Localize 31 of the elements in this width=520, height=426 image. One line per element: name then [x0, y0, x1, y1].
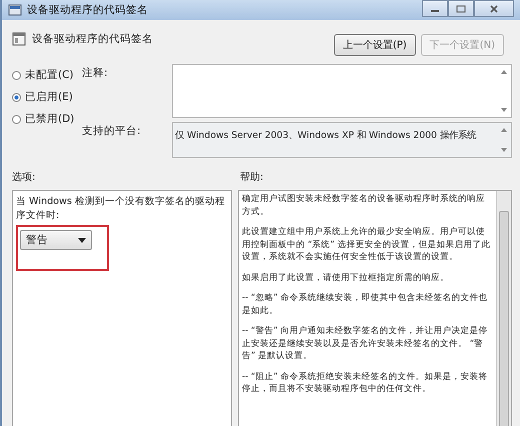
help-paragraph: -- “忽略” 命令系统继续安装，即使其中包含未经签名的文件也是如此。: [242, 292, 489, 317]
nav-button[interactable]: 上一个设置(P): [334, 34, 416, 56]
help-paragraph: 此设置建立组中用户系统上允许的最少安全响应。用户可以使用控制面板中的 “系统” 选择更安全的设置，但是如果启用了此设置，系统就不会实施任何安全性低于该设置的设置。: [242, 226, 492, 264]
help-paragraph: 确定用户试图安装未经数字签名的设备驱动程序时系统的响应方式。: [242, 193, 486, 218]
state-radio[interactable]: 已禁用(D): [12, 112, 82, 126]
close-icon: [489, 4, 499, 12]
scroll-up-icon[interactable]: [501, 70, 507, 74]
scroll-down-icon[interactable]: [501, 108, 507, 112]
response-dropdown[interactable]: 警告: [20, 230, 92, 250]
maximize-button[interactable]: [448, 0, 474, 17]
window-title: 设备驱动程序的代码签名: [27, 3, 148, 17]
state-radio[interactable]: 已启用(E): [12, 90, 82, 104]
minimize-button[interactable]: [422, 0, 448, 17]
caret-icon: [78, 238, 86, 242]
platform-field: 仅 Windows Server 2003、Windows XP 和 Windows 2000 操作系统: [172, 122, 512, 158]
help-paragraph: -- “阻止” 命令系统拒绝安装未经签名的文件。如果是，安装将停止，而且将不安装驱动程序包中的任何文件。: [242, 370, 489, 396]
policy-icon: [8, 3, 22, 17]
state-radio[interactable]: 未配置(C): [12, 68, 82, 82]
setting-title: 设备驱动程序的代码签名: [32, 32, 153, 46]
close-button[interactable]: [474, 0, 514, 17]
options-label: 选项:: [12, 170, 36, 185]
help-paragraph: 如果启用了此设置，请使用下拉框指定所需的响应。: [242, 272, 450, 284]
help-paragraph: -- “警告” 向用户通知未经数字签名的文件，并让用户决定是停止安装还是继续安装以及是否允许安装未经签名的文件。 “警告” 是默认设置。: [242, 325, 489, 362]
platform-label: 支持的平台:: [82, 124, 142, 139]
scroll-up-icon[interactable]: [501, 128, 507, 132]
option-prompt: 当 Windows 检测到一个没有数字签名的驱动程序文件时:: [16, 195, 226, 223]
help-label: 帮助:: [240, 170, 264, 185]
policy-icon: [12, 32, 26, 46]
comment-label: 注释:: [82, 66, 109, 81]
maximize-icon: [456, 4, 466, 12]
scroll-down-icon[interactable]: [501, 148, 507, 152]
